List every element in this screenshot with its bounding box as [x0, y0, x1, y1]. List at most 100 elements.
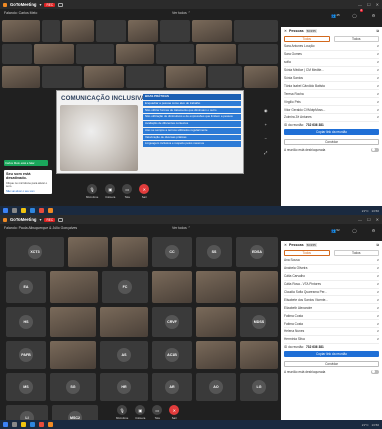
participant-tile[interactable] — [196, 341, 236, 369]
gotomeeting-taskbar-icon[interactable] — [48, 208, 53, 213]
participant-tile[interactable] — [50, 271, 98, 303]
minimize-icon[interactable]: — — [358, 217, 362, 222]
participant-tile[interactable] — [160, 20, 190, 42]
close-icon[interactable]: ✕ — [376, 2, 379, 7]
screen-control[interactable]: ▭ Tela — [152, 405, 163, 420]
list-item[interactable]: Sónia Santos ø — [284, 75, 379, 83]
list-item[interactable]: Elizabeth Alexandre ø — [284, 304, 379, 313]
copy-link-button[interactable]: Copiar link da reunião — [284, 350, 379, 357]
participant-tile[interactable]: MSC2 — [52, 405, 98, 420]
lock-toggle[interactable] — [371, 147, 379, 152]
view-all-dropdown[interactable]: Ver todos ⌃ — [172, 11, 191, 15]
close-panel-icon[interactable]: ✕ — [284, 243, 287, 247]
list-item[interactable]: Elisabete dos Santos Vicente... ø — [284, 296, 379, 305]
camera-control[interactable]: ▣ Câmera — [105, 184, 116, 199]
tab-filter[interactable]: Todos — [333, 250, 379, 256]
list-item[interactable]: Hermínia Silva ø — [284, 336, 379, 344]
minimize-icon[interactable]: — — [358, 2, 362, 7]
windows-start-icon[interactable] — [3, 208, 8, 213]
microphone-control[interactable]: 🎙 Microfone — [86, 184, 98, 199]
list-item[interactable]: sofia ø — [284, 59, 379, 67]
participant-tile[interactable] — [240, 341, 278, 369]
copy-link-button[interactable]: Copiar link da reunião — [284, 128, 379, 135]
chevron-down-icon[interactable]: ▾ — [39, 2, 41, 7]
participant-tile[interactable] — [128, 20, 158, 42]
participant-tile[interactable] — [192, 20, 232, 42]
windows-start-icon[interactable] — [3, 422, 8, 427]
camera-control[interactable]: ▣ Câmera — [135, 405, 146, 420]
participant-tile[interactable] — [76, 44, 114, 64]
muted-notice-link[interactable]: Não vai ativar o seu som — [6, 190, 50, 193]
participant-tile[interactable] — [68, 237, 108, 267]
microphone-control[interactable]: 🎙 Microfone — [116, 405, 128, 420]
list-item[interactable]: Sara Gomes ø — [284, 51, 379, 59]
camera-icon[interactable]: ◉ — [264, 108, 268, 113]
tab-all[interactable]: Todos — [284, 36, 330, 42]
list-item[interactable]: Sara Antunes Loução ø — [284, 43, 379, 51]
participant-tile[interactable]: AC1B — [152, 341, 192, 369]
zoom-in-icon[interactable]: + — [265, 122, 267, 127]
participant-tile[interactable]: AO — [196, 373, 236, 401]
chrome-icon[interactable] — [39, 422, 44, 427]
search-icon[interactable] — [12, 208, 17, 213]
people-count-button[interactable]: 👥 45 — [331, 11, 340, 19]
list-item[interactable]: Cátia Carvalho ø — [284, 273, 379, 281]
edge-icon[interactable] — [30, 422, 35, 427]
list-item[interactable]: Zulmira Zé Antunes ø — [284, 114, 379, 122]
participant-tile[interactable]: EA — [6, 271, 46, 303]
list-item[interactable]: Cátia Rosa - VTA Pintores ø — [284, 281, 379, 289]
participant-tile[interactable]: HR — [100, 373, 148, 401]
participant-tile[interactable] — [240, 271, 278, 303]
settings-button[interactable]: ⚙ — [369, 226, 378, 234]
participant-tile[interactable] — [2, 66, 40, 88]
leave-control[interactable]: ✕ Sair — [139, 184, 150, 199]
participant-tile[interactable] — [196, 271, 236, 303]
list-item[interactable]: Tânia Isabel Cândido Batista ø — [284, 82, 379, 91]
participant-tile[interactable]: PAFB — [6, 341, 46, 369]
participant-tile[interactable] — [238, 44, 278, 64]
view-all-dropdown[interactable]: Ver todos ⌃ — [172, 226, 191, 230]
participant-tile[interactable] — [152, 271, 192, 303]
participant-tile[interactable] — [126, 66, 164, 88]
participant-tile[interactable]: MDSS — [240, 307, 278, 337]
participant-tile[interactable] — [156, 44, 194, 64]
participant-tile[interactable] — [244, 66, 278, 88]
participant-tile[interactable] — [42, 66, 82, 88]
participant-tile[interactable] — [196, 307, 236, 337]
popout-icon[interactable]: ⧉ — [376, 29, 379, 33]
people-count-button[interactable]: 👥 52 — [331, 226, 340, 234]
participant-tile[interactable]: CRVF — [152, 307, 192, 337]
list-item[interactable]: Sónia Médice | CM Medite... ø — [284, 67, 379, 75]
participant-tile[interactable] — [166, 66, 206, 88]
participant-tile[interactable] — [96, 20, 126, 42]
search-icon[interactable] — [12, 422, 17, 427]
participant-tile[interactable] — [50, 307, 96, 337]
participant-tile[interactable]: XCT3 — [6, 237, 64, 267]
participant-tile[interactable] — [84, 66, 124, 88]
participant-tile[interactable] — [42, 20, 60, 42]
participant-tile[interactable] — [116, 44, 154, 64]
lock-toggle[interactable] — [371, 369, 379, 374]
participant-tile[interactable]: EDSA — [236, 237, 278, 267]
participant-tile[interactable] — [208, 66, 242, 88]
participant-tile[interactable]: FC — [102, 271, 148, 303]
participant-tile[interactable]: MS — [6, 373, 46, 401]
participant-tile[interactable]: AR — [152, 373, 192, 401]
edge-icon[interactable] — [30, 208, 35, 213]
participant-tile[interactable]: LG — [240, 373, 278, 401]
list-item[interactable]: Fatima Costa ø — [284, 320, 379, 329]
tab-filter[interactable]: Todos — [333, 36, 379, 42]
list-item[interactable]: Fatima Costa ø — [284, 312, 379, 321]
participant-tile[interactable] — [196, 44, 236, 64]
list-item[interactable]: Claudia Sofia Quaresma Per... ø — [284, 289, 379, 297]
maximize-icon[interactable]: ☐ — [367, 2, 371, 7]
participant-tile[interactable]: CC — [152, 237, 192, 267]
close-panel-icon[interactable]: ✕ — [284, 29, 287, 33]
participant-tile[interactable]: SS — [196, 237, 232, 267]
zoom-out-icon[interactable]: − — [265, 136, 267, 141]
invite-button[interactable]: Convidar — [284, 360, 379, 367]
list-item[interactable]: Ana Sousa ø — [284, 257, 379, 265]
participant-tile[interactable]: HS — [6, 307, 46, 337]
file-explorer-icon[interactable] — [21, 422, 26, 427]
chrome-icon[interactable] — [39, 208, 44, 213]
